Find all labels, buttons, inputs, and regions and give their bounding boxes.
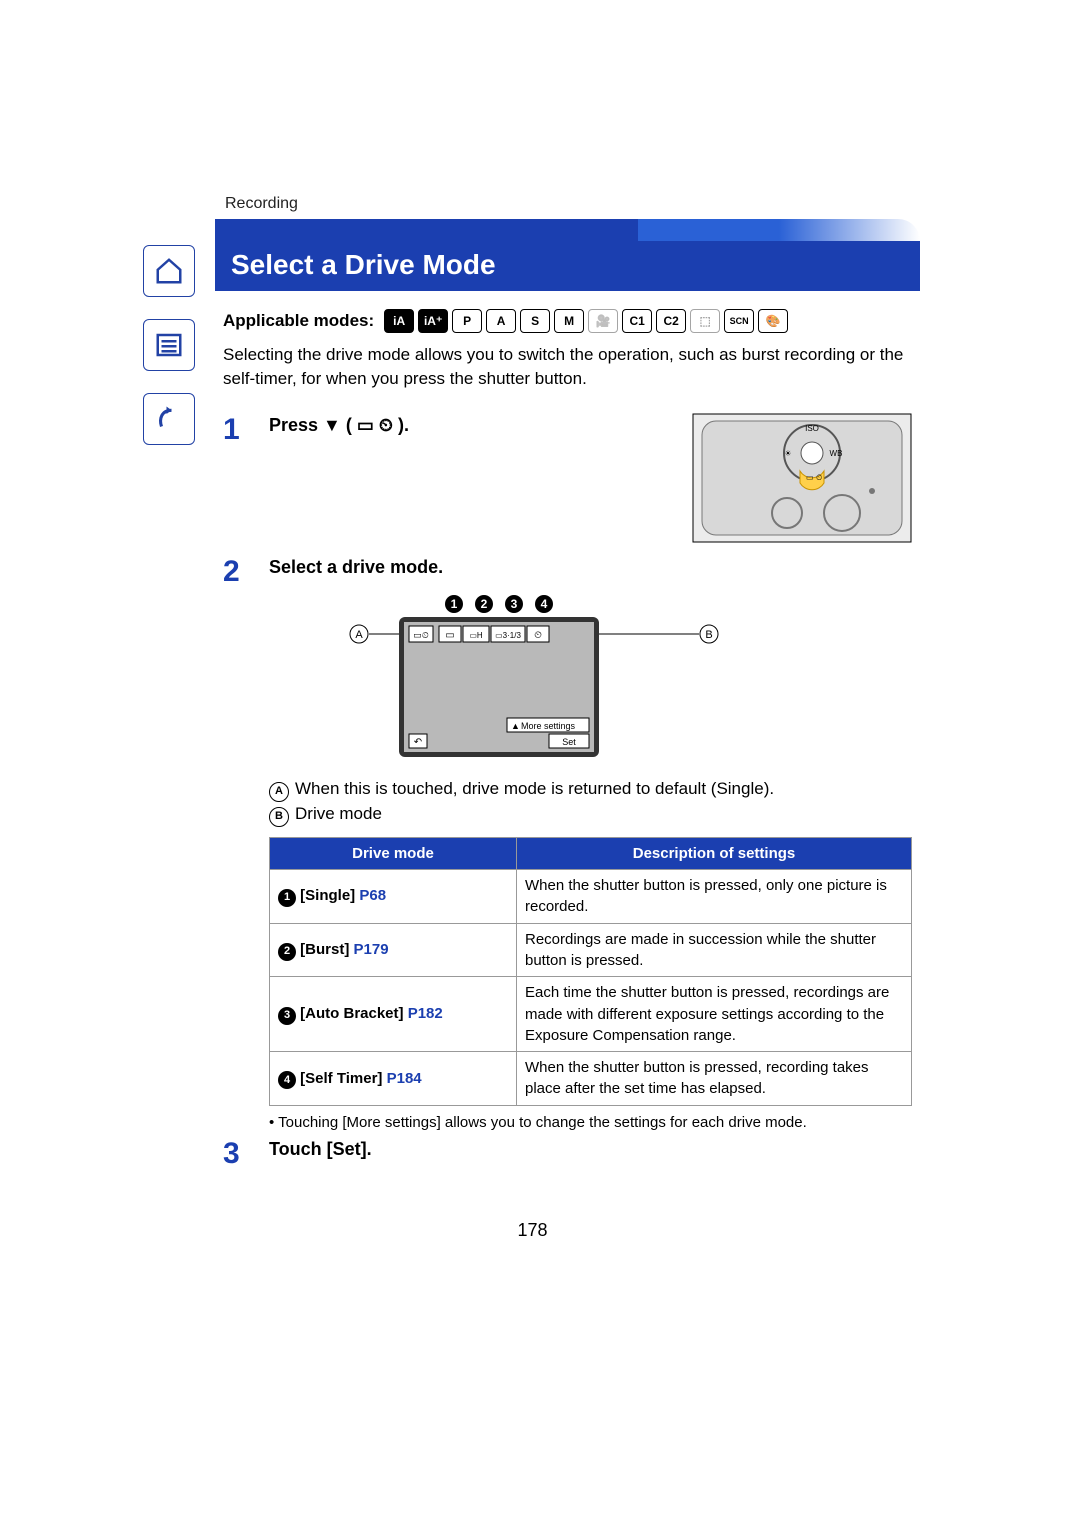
step-2: 2 Select a drive mode. 1 2 3 4 — [223, 555, 912, 1134]
mode-S-icon: S — [520, 309, 550, 333]
page-content: Applicable modes: iA iA⁺ P A S M 🎥 C1 C2… — [215, 309, 920, 1170]
mode-palette-icon: 🎨 — [758, 309, 788, 333]
mode-C2-icon: C2 — [656, 309, 686, 333]
home-icon[interactable] — [143, 245, 195, 297]
page-number: 178 — [145, 1220, 920, 1241]
step-2-title: Select a drive mode. — [269, 555, 912, 581]
svg-text:▭: ▭ — [806, 473, 814, 482]
step-1-number: 1 — [223, 413, 251, 550]
burst-icon: ▭ — [357, 415, 374, 435]
page-title: Select a Drive Mode — [215, 241, 920, 291]
intro-text: Selecting the drive mode allows you to s… — [223, 343, 912, 391]
table-head-desc: Description of settings — [517, 837, 912, 869]
svg-text:2: 2 — [481, 597, 488, 611]
svg-text:B: B — [705, 629, 712, 641]
svg-text:3: 3 — [511, 597, 518, 611]
svg-text:↶: ↶ — [414, 737, 422, 748]
legend-A: AWhen this is touched, drive mode is ret… — [269, 777, 912, 802]
table-row: 3 [Auto Bracket] P182 Each time the shut… — [270, 977, 912, 1052]
ref-link[interactable]: P182 — [408, 1005, 443, 1022]
svg-text:1: 1 — [451, 597, 458, 611]
applicable-modes-row: Applicable modes: iA iA⁺ P A S M 🎥 C1 C2… — [223, 309, 912, 333]
step-1-title: Press ▼ ( ▭ ⏲ ). — [269, 413, 674, 439]
table-row: 1 [Single] P68 When the shutter button i… — [270, 870, 912, 924]
svg-text:▭⏲: ▭⏲ — [413, 630, 429, 640]
svg-text:A: A — [355, 629, 363, 641]
svg-text:⏲: ⏲ — [534, 630, 542, 641]
svg-text:4: 4 — [541, 597, 548, 611]
applicable-modes-label: Applicable modes: — [223, 309, 374, 333]
camera-control-diagram: ISO ☀ WB ▭ ⏲ — [692, 413, 912, 550]
breadcrumb: Recording — [225, 195, 920, 213]
step-3-number: 3 — [223, 1137, 251, 1170]
drive-mode-screen-diagram: 1 2 3 4 A B — [339, 592, 912, 769]
ref-link[interactable]: P68 — [359, 887, 386, 904]
step-1: 1 Press ▼ ( ▭ ⏲ ). ISO — [223, 413, 912, 550]
svg-text:▭: ▭ — [445, 630, 454, 641]
mode-A-icon: A — [486, 309, 516, 333]
table-row: 2 [Burst] P179 Recordings are made in su… — [270, 923, 912, 977]
step-3: 3 Touch [Set]. — [223, 1137, 912, 1170]
ref-link[interactable]: P184 — [387, 1070, 422, 1087]
mode-iAplus-icon: iA⁺ — [418, 309, 448, 333]
ref-link[interactable]: P179 — [354, 941, 389, 958]
side-nav — [143, 245, 198, 445]
timer-icon: ⏲ — [379, 415, 393, 435]
mode-panorama-icon: ⬚ — [690, 309, 720, 333]
svg-text:WB: WB — [830, 449, 843, 458]
footnote: • Touching [More settings] allows you to… — [269, 1112, 912, 1133]
toc-icon[interactable] — [143, 319, 195, 371]
mode-C1-icon: C1 — [622, 309, 652, 333]
mode-M-icon: M — [554, 309, 584, 333]
mode-P-icon: P — [452, 309, 482, 333]
svg-text:ISO: ISO — [805, 424, 819, 433]
svg-text:▭H: ▭H — [469, 631, 483, 640]
table-head-mode: Drive mode — [270, 837, 517, 869]
back-icon[interactable] — [143, 393, 195, 445]
mode-video-icon: 🎥 — [588, 309, 618, 333]
manual-page: Recording Select a Drive Mode Applicable… — [0, 0, 1080, 1526]
svg-text:⏲: ⏲ — [816, 473, 822, 482]
svg-text:▲: ▲ — [511, 721, 520, 731]
mode-iA-icon: iA — [384, 309, 414, 333]
step-3-title: Touch [Set]. — [269, 1137, 912, 1163]
more-settings-label: More settings — [521, 721, 576, 731]
svg-text:▭3·1/3: ▭3·1/3 — [495, 631, 521, 640]
svg-text:Set: Set — [562, 737, 576, 747]
mode-SCN-icon: SCN — [724, 309, 754, 333]
table-row: 4 [Self Timer] P184 When the shutter but… — [270, 1052, 912, 1106]
drive-mode-table: Drive mode Description of settings 1 [Si… — [269, 837, 912, 1106]
svg-text:☀: ☀ — [784, 449, 791, 458]
header-decoration — [215, 219, 920, 241]
step-2-number: 2 — [223, 555, 251, 1134]
legend-B: BDrive mode — [269, 802, 912, 827]
